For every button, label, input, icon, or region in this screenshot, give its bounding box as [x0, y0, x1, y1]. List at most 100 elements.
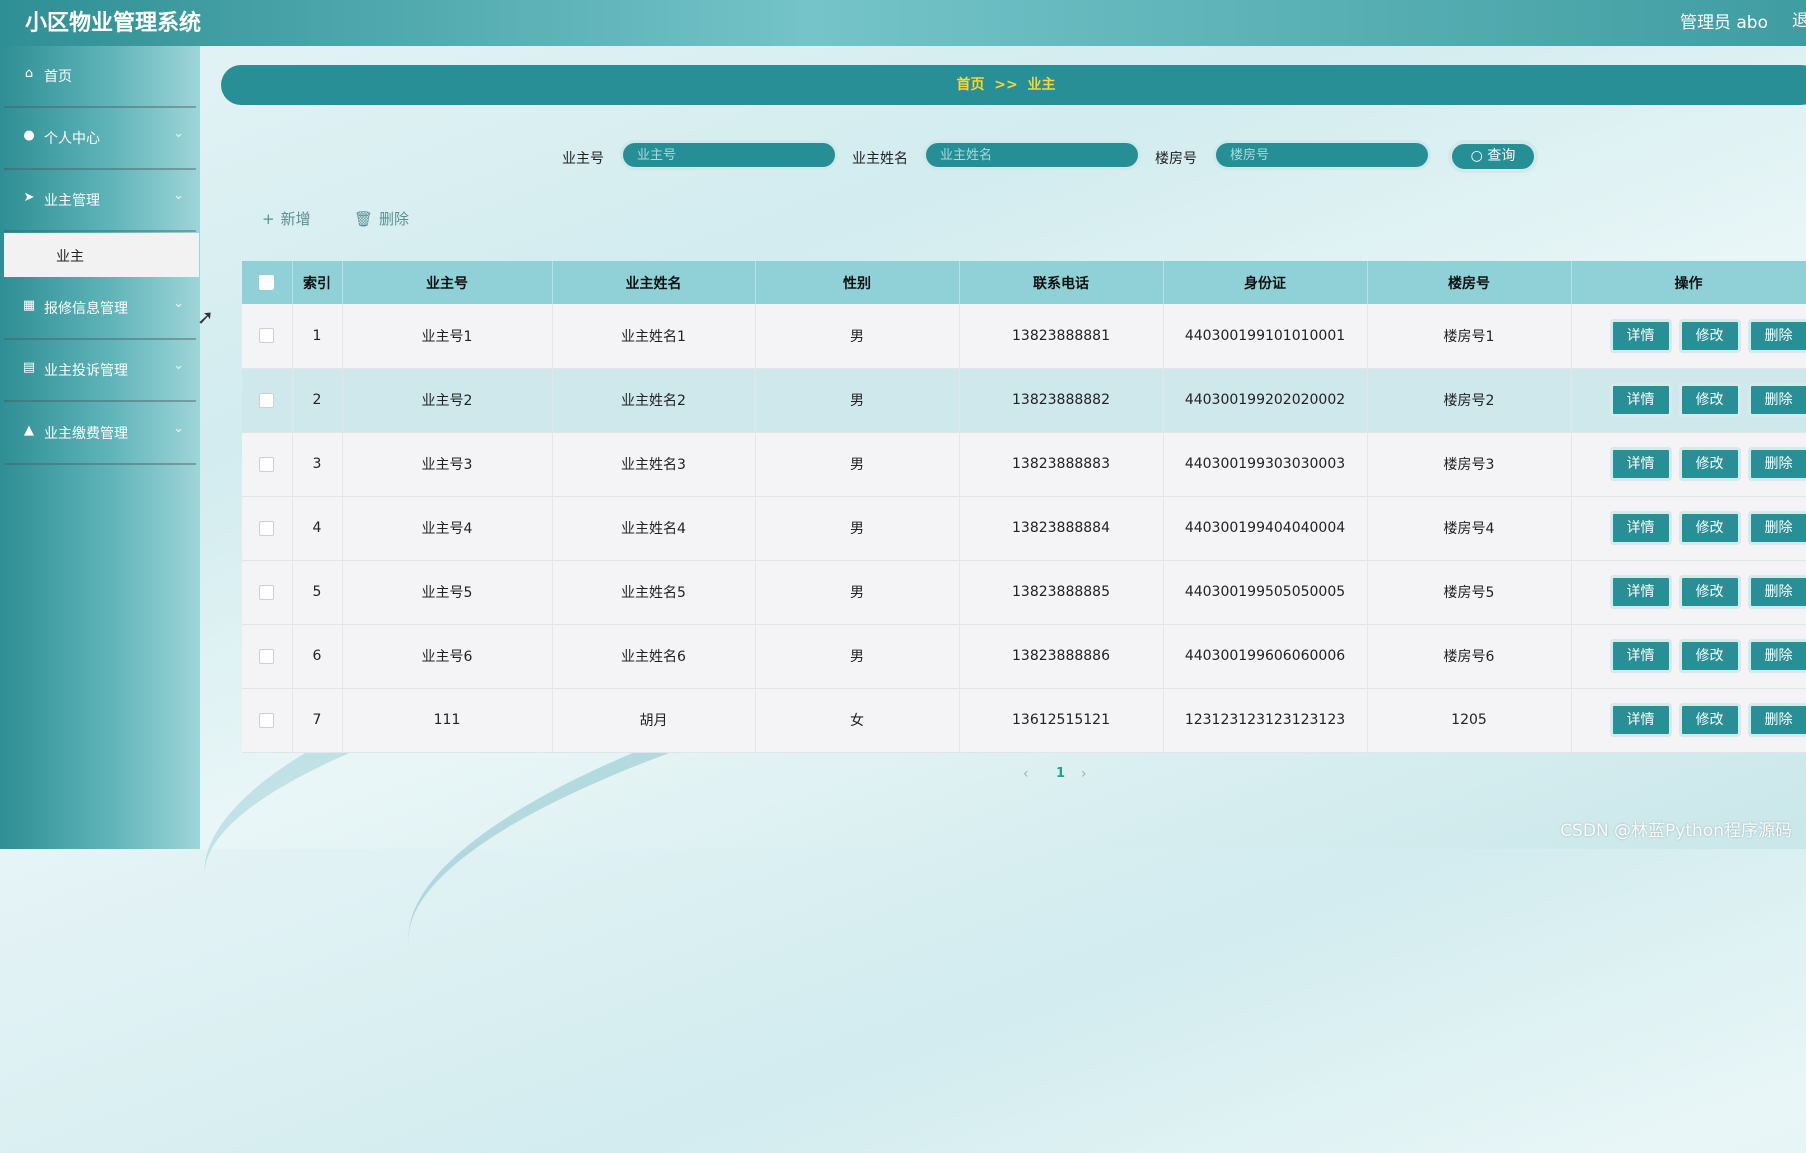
logout-link[interactable]: 退: [1792, 6, 1806, 32]
row-checkbox[interactable]: [259, 521, 274, 536]
column-header: 业主号: [342, 261, 552, 304]
column-header: 业主姓名: [552, 261, 755, 304]
user-upload-icon: ▲: [21, 423, 37, 439]
cell-room: 楼房号2: [1367, 368, 1571, 432]
owner-name-input[interactable]: [923, 140, 1141, 170]
row-checkbox[interactable]: [259, 649, 274, 664]
app-title: 小区物业管理系统: [25, 5, 201, 37]
owner-no-input[interactable]: [620, 140, 838, 170]
delete-button[interactable]: 删除: [1748, 703, 1806, 737]
edit-button[interactable]: 修改: [1679, 703, 1741, 737]
chevron-down-icon: ⌄: [173, 188, 184, 203]
sidebar-item-home[interactable]: ⌂ 首页: [4, 46, 196, 108]
row-checkbox[interactable]: [259, 713, 274, 728]
plus-icon: +: [262, 210, 275, 228]
chevron-down-icon: ⌄: [173, 126, 184, 141]
row-checkbox[interactable]: [259, 393, 274, 408]
cell-index: 2: [292, 368, 342, 432]
next-page-icon[interactable]: ›: [1081, 766, 1087, 782]
room-label: 楼房号: [1155, 148, 1197, 168]
table-row: 7 111 胡月 女 13612515121 12312312312312312…: [242, 688, 1806, 752]
delete-button-label: 删除: [379, 210, 409, 228]
mouse-cursor-icon: ➚: [197, 305, 214, 329]
cell-owner-name: 业主姓名1: [552, 304, 755, 368]
table-header-row: 索引 业主号 业主姓名 性别 联系电话 身份证 楼房号 操作: [242, 261, 1806, 304]
column-header: 身份证: [1163, 261, 1367, 304]
cell-index: 4: [292, 496, 342, 560]
row-select-cell: [242, 624, 292, 688]
row-checkbox[interactable]: [259, 457, 274, 472]
detail-button[interactable]: 详情: [1610, 703, 1672, 737]
select-all-checkbox[interactable]: [259, 275, 274, 290]
delete-button[interactable]: 删除: [1748, 639, 1806, 673]
detail-button[interactable]: 详情: [1610, 639, 1672, 673]
cell-phone: 13823888881: [959, 304, 1163, 368]
cell-owner-name: 业主姓名3: [552, 432, 755, 496]
chevron-down-icon: ⌄: [173, 358, 184, 373]
detail-button[interactable]: 详情: [1610, 319, 1672, 353]
cell-owner-no: 业主号1: [342, 304, 552, 368]
cell-phone: 13612515121: [959, 688, 1163, 752]
table-row: 5 业主号5 业主姓名5 男 13823888885 4403001995050…: [242, 560, 1806, 624]
edit-button[interactable]: 修改: [1679, 319, 1741, 353]
cell-id-card: 440300199606060006: [1163, 624, 1367, 688]
row-checkbox[interactable]: [259, 585, 274, 600]
delete-button[interactable]: 删除: [1748, 511, 1806, 545]
add-button[interactable]: +新增: [262, 208, 311, 229]
detail-button[interactable]: 详情: [1610, 511, 1672, 545]
room-input[interactable]: [1213, 140, 1431, 170]
sidebar-item-complaint-management[interactable]: ▤ 业主投诉管理 ⌄: [4, 340, 196, 402]
row-select-cell: [242, 304, 292, 368]
watermark: CSDN @林蓝Python程序源码: [1560, 816, 1792, 841]
breadcrumb-current: 业主: [1027, 77, 1055, 93]
detail-button[interactable]: 详情: [1610, 383, 1672, 417]
delete-button[interactable]: 删除: [1748, 383, 1806, 417]
pagination: ‹ 1 ›: [1015, 766, 1115, 786]
delete-button[interactable]: 删除: [1748, 319, 1806, 353]
sidebar-subitem-owner[interactable]: 业主: [4, 233, 199, 277]
owner-table: 索引 业主号 业主姓名 性别 联系电话 身份证 楼房号 操作 1 业主号1 业主…: [242, 261, 1806, 751]
cell-phone: 13823888886: [959, 624, 1163, 688]
breadcrumb-home[interactable]: 首页: [957, 77, 985, 93]
clipboard-icon: ▤: [21, 360, 37, 376]
edit-button[interactable]: 修改: [1679, 511, 1741, 545]
row-checkbox[interactable]: [259, 328, 274, 343]
column-header: 性别: [755, 261, 959, 304]
row-select-cell: [242, 496, 292, 560]
cell-owner-no: 业主号5: [342, 560, 552, 624]
page-number-current[interactable]: 1: [1056, 766, 1065, 781]
cell-actions: 详情修改删除: [1571, 432, 1806, 496]
edit-button[interactable]: 修改: [1679, 447, 1741, 481]
trash-icon: 🗑: [354, 210, 373, 228]
cell-id-card: 440300199202020002: [1163, 368, 1367, 432]
delete-button[interactable]: 删除: [1748, 447, 1806, 481]
table-row: 6 业主号6 业主姓名6 男 13823888886 4403001996060…: [242, 624, 1806, 688]
breadcrumb: 首页 >> 业主: [221, 65, 1806, 105]
query-button[interactable]: ○ 查询: [1448, 140, 1538, 173]
cell-index: 7: [292, 688, 342, 752]
cell-gender: 男: [755, 560, 959, 624]
prev-page-icon[interactable]: ‹: [1023, 766, 1029, 782]
cell-owner-name: 业主姓名4: [552, 496, 755, 560]
cell-owner-no: 业主号2: [342, 368, 552, 432]
delete-button[interactable]: 删除: [1748, 575, 1806, 609]
cell-owner-no: 业主号3: [342, 432, 552, 496]
sidebar-item-owner-management[interactable]: ➤ 业主管理 ⌄: [4, 170, 196, 232]
search-icon: ○: [1471, 148, 1483, 164]
cell-room: 楼房号5: [1367, 560, 1571, 624]
row-select-cell: [242, 432, 292, 496]
chevron-down-icon: ⌄: [173, 421, 184, 436]
batch-delete-button[interactable]: 🗑 删除: [354, 208, 409, 229]
cell-actions: 详情修改删除: [1571, 368, 1806, 432]
breadcrumb-separator: >>: [994, 77, 1017, 93]
edit-button[interactable]: 修改: [1679, 575, 1741, 609]
sidebar-item-payment-management[interactable]: ▲ 业主缴费管理 ⌄: [4, 403, 196, 465]
edit-button[interactable]: 修改: [1679, 639, 1741, 673]
edit-button[interactable]: 修改: [1679, 383, 1741, 417]
detail-button[interactable]: 详情: [1610, 575, 1672, 609]
send-icon: ➤: [21, 190, 37, 206]
cell-index: 3: [292, 432, 342, 496]
table-row: 1 业主号1 业主姓名1 男 13823888881 4403001991010…: [242, 304, 1806, 368]
detail-button[interactable]: 详情: [1610, 447, 1672, 481]
sidebar-item-repair-management[interactable]: ▦ 报修信息管理 ⌄: [4, 278, 196, 340]
